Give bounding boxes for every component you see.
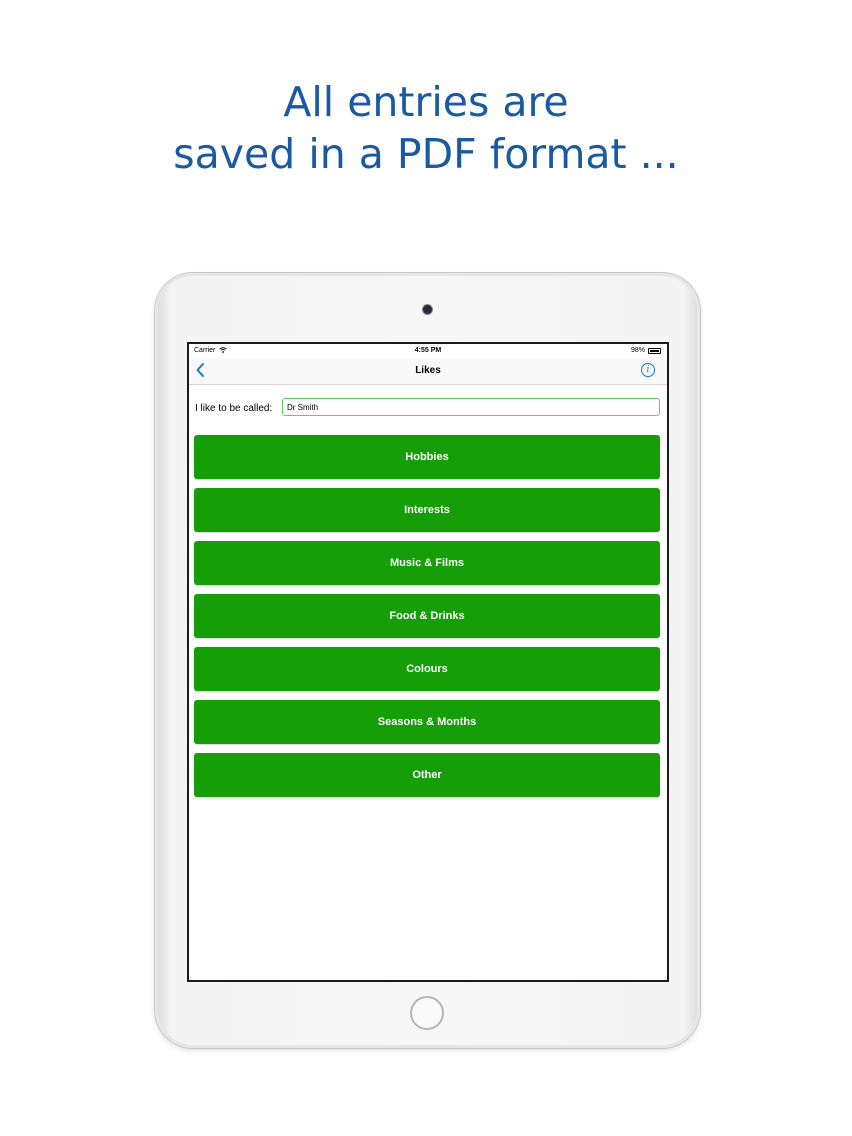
battery-icon: [648, 347, 661, 354]
info-icon[interactable]: i: [641, 363, 655, 377]
other-button[interactable]: Other: [194, 753, 660, 797]
navigation-bar: Likes i: [189, 358, 667, 385]
category-menu: Hobbies Interests Music & Films Food & D…: [194, 435, 660, 806]
ipad-frame: Carrier 4:55 PM 98% Likes i I like to be…: [155, 273, 700, 1048]
app-screen: Carrier 4:55 PM 98% Likes i I like to be…: [187, 342, 669, 982]
status-time: 4:55 PM: [414, 347, 442, 354]
interests-button[interactable]: Interests: [194, 488, 660, 532]
colours-button[interactable]: Colours: [194, 647, 660, 691]
music-films-button[interactable]: Music & Films: [194, 541, 660, 585]
promo-headline: All entries are saved in a PDF format ..…: [0, 76, 852, 180]
name-field[interactable]: [282, 398, 660, 416]
headline-line-1: All entries are: [283, 78, 569, 126]
home-button[interactable]: [410, 996, 444, 1030]
status-bar: Carrier 4:55 PM 98%: [189, 344, 667, 358]
hobbies-button[interactable]: Hobbies: [194, 435, 660, 479]
name-row: I like to be called:: [195, 398, 661, 418]
seasons-months-button[interactable]: Seasons & Months: [194, 700, 660, 744]
food-drinks-button[interactable]: Food & Drinks: [194, 594, 660, 638]
name-field-label: I like to be called:: [195, 403, 273, 414]
headline-line-2: saved in a PDF format ...: [173, 130, 679, 178]
page-title: Likes: [415, 365, 441, 376]
battery-percent: 98%: [630, 347, 645, 354]
battery-indicator: 98%: [631, 347, 661, 354]
camera-icon: [423, 305, 432, 314]
